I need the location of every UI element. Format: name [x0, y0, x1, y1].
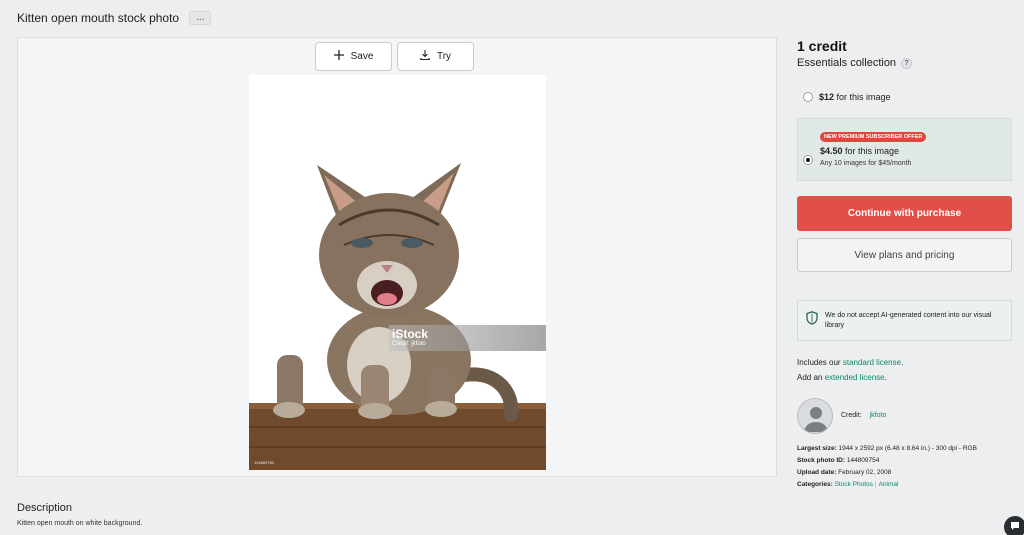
watermark-credit: Credit: jkfoto — [392, 341, 426, 347]
collection-row: Essentials collection ? — [797, 57, 1012, 69]
option-single-suffix: for this image — [834, 92, 891, 102]
price-option-single[interactable]: $12 for this image — [803, 92, 891, 102]
plus-icon — [333, 50, 344, 63]
radio-single[interactable] — [803, 92, 813, 102]
extended-license-line: Add an extended license. — [797, 373, 887, 382]
chat-icon — [1010, 518, 1020, 535]
watermark-brand: iStock — [392, 327, 429, 341]
category-link-stock-photos[interactable]: Stock Photos — [835, 481, 873, 488]
page-title: Kitten open mouth stock photo — [17, 11, 180, 25]
photo-id-row: Stock photo ID: 144809754 — [797, 457, 879, 464]
more-options-button[interactable]: ... — [189, 11, 212, 25]
kitten-illustration — [249, 75, 546, 470]
credit-count: 1 credit — [797, 38, 847, 54]
categories-row: Categories: Stock Photos | Animal — [797, 481, 898, 488]
try-label: Try — [436, 51, 452, 62]
upload-date-label: Upload date: — [797, 469, 837, 476]
ai-content-notice: We do not accept AI-generated content in… — [797, 300, 1012, 341]
extended-license-link[interactable]: extended license — [825, 373, 885, 382]
contributor-link[interactable]: jkfoto — [870, 412, 887, 419]
category-separator: | — [874, 481, 877, 488]
description-text: Kitten open mouth on white background. — [17, 520, 143, 527]
license-suffix: . — [901, 358, 904, 367]
page-header: Kitten open mouth stock photo ... — [17, 11, 212, 25]
upload-date-value: February 02, 2008 — [836, 469, 892, 476]
option-subscriber-sub: Any 10 images for $45/month — [820, 160, 912, 167]
download-icon — [420, 50, 430, 63]
largest-size-row: Largest size: 1944 x 2592 px (6.48 x 8.6… — [797, 445, 977, 452]
save-label: Save — [350, 51, 374, 62]
view-plans-button[interactable]: View plans and pricing — [797, 238, 1012, 272]
ai-notice-text: We do not accept AI-generated content in… — [825, 311, 992, 329]
try-button[interactable]: Try — [397, 42, 474, 71]
category-link-animal[interactable]: Animal — [879, 481, 899, 488]
categories-label: Categories: — [797, 481, 833, 488]
extended-suffix: . — [884, 373, 887, 382]
largest-size-value: 1944 x 2592 px (6.48 x 8.64 in.) - 300 d… — [836, 445, 977, 452]
avatar[interactable] — [797, 398, 833, 434]
extended-prefix: Add an — [797, 373, 825, 382]
option-single-price: $12 — [819, 92, 835, 102]
user-icon — [804, 407, 828, 432]
collection-label: Essentials collection — [797, 57, 897, 69]
option-subscriber-suffix: for this image — [842, 146, 900, 156]
purchase-panel: 1 credit Essentials collection ? $12 for… — [797, 38, 1012, 488]
shield-icon — [806, 311, 818, 330]
description-heading: Description — [17, 502, 73, 514]
photo-id-stamp: 144809754 — [254, 460, 275, 465]
license-prefix: Includes our — [797, 358, 843, 367]
standard-license-line: Includes our standard license. — [797, 358, 903, 367]
help-icon[interactable]: ? — [901, 57, 913, 69]
credit-label: Credit: — [841, 412, 862, 419]
offer-badge: NEW PREMIUM SUBSCRIBER OFFER — [820, 132, 927, 142]
kitten-photo[interactable]: iStock Credit: jkfoto 144809754 — [249, 75, 546, 470]
option-subscriber-price: $4.50 — [820, 146, 843, 156]
image-toolbar: Save Try — [315, 42, 474, 71]
chat-button[interactable] — [1004, 516, 1024, 535]
photo-id-value: 144809754 — [845, 457, 880, 464]
price-option-subscriber[interactable]: NEW PREMIUM SUBSCRIBER OFFER $4.50 for t… — [797, 118, 1012, 181]
contributor-credit: Credit: jkfoto — [841, 412, 886, 419]
photo-id-label: Stock photo ID: — [797, 457, 846, 464]
option-subscriber-text: $4.50 for this image — [820, 146, 899, 156]
radio-subscriber[interactable] — [803, 155, 813, 165]
image-viewer: Save Try iStock Credit: jkfoto 144809754 — [17, 37, 777, 477]
save-button[interactable]: Save — [315, 42, 392, 71]
standard-license-link[interactable]: standard license — [843, 358, 901, 367]
continue-purchase-button[interactable]: Continue with purchase — [797, 196, 1012, 231]
option-single-text: $12 for this image — [819, 92, 891, 102]
upload-date-row: Upload date: February 02, 2008 — [797, 469, 891, 476]
largest-size-label: Largest size: — [797, 445, 837, 452]
